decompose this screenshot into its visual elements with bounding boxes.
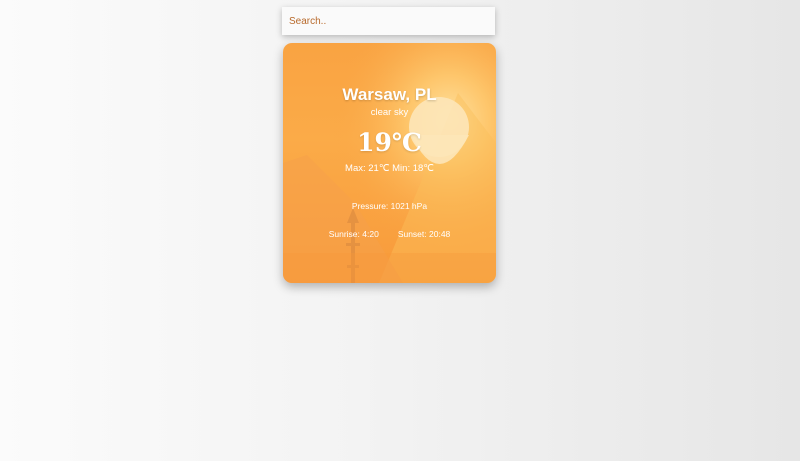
weather-card: Warsaw, PL clear sky 19℃ Max: 21℃ Min: 1… (283, 43, 496, 283)
city-name: Warsaw, PL (342, 85, 437, 104)
pressure: Pressure: 1021 hPa (351, 201, 428, 211)
sun-times: Sunrise: 4:20 Sunset: 20:48 (283, 229, 496, 239)
temperature-range: Max: 21℃ Min: 18℃ (345, 163, 434, 174)
weather-description: clear sky (370, 107, 409, 118)
search-input[interactable] (282, 7, 495, 35)
sunset-time: Sunset: 20:48 (397, 229, 451, 239)
weather-info: Warsaw, PL clear sky 19℃ Max: 21℃ Min: 1… (283, 43, 496, 283)
sunrise-time: Sunrise: 4:20 (328, 229, 379, 239)
temperature: 19℃ (357, 128, 422, 157)
